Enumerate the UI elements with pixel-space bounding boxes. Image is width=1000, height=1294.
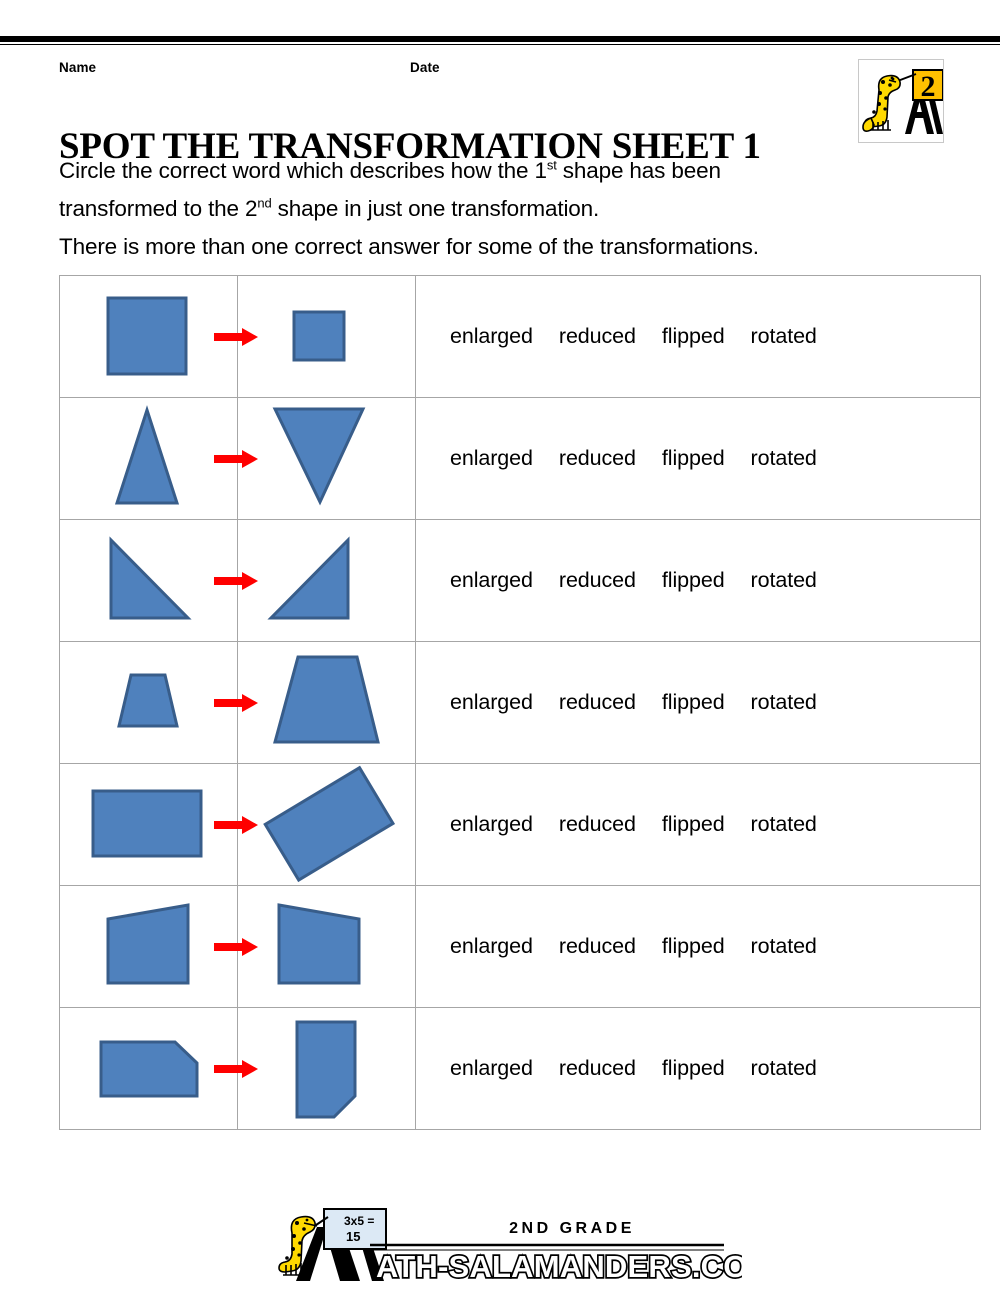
row-2-option-enlarged[interactable]: enlarged [450,446,533,471]
table-row: enlarged reduced flipped rotated [59,275,981,398]
top-horizontal-rule [0,36,1000,43]
badge-number-2: 2 [921,70,936,103]
row-5-option-enlarged[interactable]: enlarged [450,812,533,837]
date-label: Date [410,60,440,75]
instruction-1-ordinal: st [546,157,557,173]
row-3-option-flipped[interactable]: flipped [662,568,725,593]
instruction-line-2: transformed to the 2nd shape in just one… [59,190,949,228]
row-1-shape-after-cell [214,275,416,398]
instruction-line-3: There is more than one correct answer fo… [59,234,759,259]
row-6-shape-before-cell [59,885,238,1008]
row-5-shape-after-cell [214,763,416,886]
table-row: enlarged reduced flipped rotated [59,885,981,1008]
instruction-1-post: shape has been [556,158,721,183]
row-7-shape-before-cell [59,1007,238,1130]
row-1-option-enlarged[interactable]: enlarged [450,324,533,349]
row-2-shape-before-cell [59,397,238,520]
whiteboard-line-1: 3x5 = [344,1214,374,1228]
row-6-option-enlarged[interactable]: enlarged [450,934,533,959]
row-7-answer-options: enlarged reduced flipped rotated [415,1007,981,1130]
row-5-option-reduced[interactable]: reduced [559,812,636,837]
row-5-shape-before-cell [59,763,238,886]
name-date-row: Name Date [59,60,939,78]
row-3-shape-before [60,520,237,641]
row-6-shape-before [60,886,237,1007]
footer-site-text: ATH-SALAMANDERS.COM [376,1249,742,1284]
row-6-option-rotated[interactable]: rotated [751,934,817,959]
row-4-option-enlarged[interactable]: enlarged [450,690,533,715]
table-row: enlarged reduced flipped rotated [59,763,981,886]
top-horizontal-rule-thin [0,44,1000,45]
row-6-shape-after [214,886,415,1007]
row-3-shape-after [214,520,415,641]
row-5-answer-options: enlarged reduced flipped rotated [415,763,981,886]
row-4-shape-before-cell [59,641,238,764]
footer-branding: 3x5 = 15 2ND GRADE ATH-SALAMANDERS.COM A… [272,1203,742,1285]
row-2-shape-after-cell [214,397,416,520]
row-6-option-flipped[interactable]: flipped [662,934,725,959]
row-1-option-flipped[interactable]: flipped [662,324,725,349]
row-6-answer-options: enlarged reduced flipped rotated [415,885,981,1008]
row-7-option-enlarged[interactable]: enlarged [450,1056,533,1081]
row-4-option-reduced[interactable]: reduced [559,690,636,715]
row-5-shape-before [60,764,237,885]
table-row: enlarged reduced flipped rotated [59,519,981,642]
row-2-shape-before [60,398,237,519]
row-4-option-rotated[interactable]: rotated [751,690,817,715]
row-3-option-rotated[interactable]: rotated [751,568,817,593]
row-2-shape-after [214,398,415,519]
row-2-option-rotated[interactable]: rotated [751,446,817,471]
row-2-option-reduced[interactable]: reduced [559,446,636,471]
row-7-option-reduced[interactable]: reduced [559,1056,636,1081]
row-7-shape-after-cell [214,1007,416,1130]
row-7-option-flipped[interactable]: flipped [662,1056,725,1081]
row-6-shape-after-cell [214,885,416,1008]
row-1-answer-options: enlarged reduced flipped rotated [415,275,981,398]
row-4-answer-options: enlarged reduced flipped rotated [415,641,981,764]
row-7-option-rotated[interactable]: rotated [751,1056,817,1081]
instruction-2-pre: transformed to the 2 [59,196,258,221]
header-grade-badge-logo: 2 [858,59,944,143]
row-3-option-reduced[interactable]: reduced [559,568,636,593]
row-6-option-reduced[interactable]: reduced [559,934,636,959]
row-1-shape-after [214,276,415,397]
row-3-shape-before-cell [59,519,238,642]
row-5-option-flipped[interactable]: flipped [662,812,725,837]
salamander-grade-2-icon: 2 [859,60,943,142]
row-1-shape-before [60,276,237,397]
transformations-table-body: enlarged reduced flipped rotated enlarge… [59,275,981,1130]
row-3-answer-options: enlarged reduced flipped rotated [415,519,981,642]
instruction-1-pre: Circle the correct word which describes … [59,158,547,183]
instruction-2-post: shape in just one transformation. [271,196,600,221]
row-1-option-rotated[interactable]: rotated [751,324,817,349]
row-7-shape-before [60,1008,237,1129]
name-label: Name [59,60,97,75]
instruction-line-1: Circle the correct word which describes … [59,152,949,190]
row-2-option-flipped[interactable]: flipped [662,446,725,471]
row-4-option-flipped[interactable]: flipped [662,690,725,715]
row-7-shape-after [214,1008,415,1129]
row-4-shape-before [60,642,237,763]
row-4-shape-after-cell [214,641,416,764]
row-5-shape-after [214,764,415,885]
footer-grade-text: 2ND GRADE [509,1220,635,1237]
table-row: enlarged reduced flipped rotated [59,641,981,764]
transformations-table: enlarged reduced flipped rotated enlarge… [59,275,981,1130]
row-1-shape-before-cell [59,275,238,398]
row-3-shape-after-cell [214,519,416,642]
whiteboard-line-2: 15 [346,1229,360,1244]
row-3-option-enlarged[interactable]: enlarged [450,568,533,593]
table-row: enlarged reduced flipped rotated [59,397,981,520]
instructions-block: Circle the correct word which describes … [59,152,949,266]
row-5-option-rotated[interactable]: rotated [751,812,817,837]
math-salamanders-footer-logo: 3x5 = 15 2ND GRADE ATH-SALAMANDERS.COM A… [278,1208,742,1285]
row-1-option-reduced[interactable]: reduced [559,324,636,349]
instruction-2-ordinal: nd [257,195,272,211]
row-4-shape-after [214,642,415,763]
row-2-answer-options: enlarged reduced flipped rotated [415,397,981,520]
table-row: enlarged reduced flipped rotated [59,1007,981,1130]
